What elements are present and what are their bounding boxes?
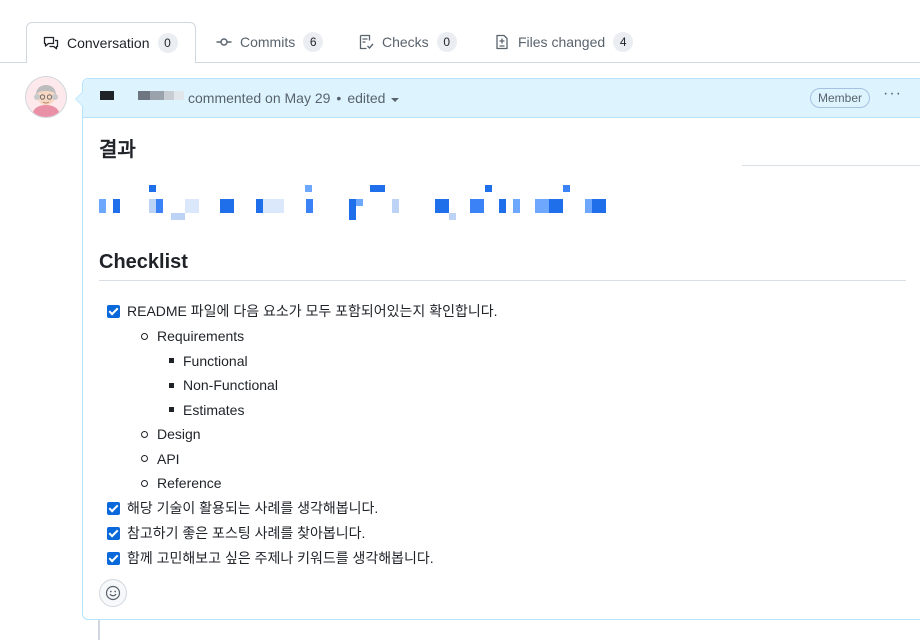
- list-item-label: Requirements: [157, 328, 245, 344]
- timeline-line: [98, 620, 100, 640]
- list-item-label: API: [157, 450, 180, 467]
- list-item-label: Reference: [157, 475, 222, 491]
- tab-label: Commits: [240, 34, 296, 50]
- comment-meta: commented on May 29 • edited: [188, 90, 400, 106]
- tab-commits[interactable]: Commits 6: [216, 22, 324, 62]
- divider: [99, 280, 906, 281]
- tab-count: 4: [613, 32, 634, 52]
- comment-header: commented on May 29 • edited Member ···: [83, 79, 920, 118]
- tab-count: 6: [303, 32, 324, 52]
- checklist-heading: Checklist: [99, 251, 188, 273]
- task-label: 함께 고민해보고 싶은 주제나 키워드를 생각해봅니다.: [127, 549, 434, 566]
- more-options-icon[interactable]: ···: [883, 85, 902, 103]
- avatar-illustration-icon: [26, 77, 66, 117]
- git-commit-icon: [216, 38, 232, 46]
- list-item-label: Functional: [183, 352, 248, 369]
- avatar[interactable]: [25, 76, 67, 118]
- square-bullet-icon: [169, 358, 174, 364]
- task-label: README 파일에 다음 요소가 모두 포함되어있는지 확인합니다.: [127, 303, 498, 319]
- circle-bullet-icon: [141, 430, 148, 438]
- pr-tabs: Conversation 0 Commits 6 Checks 0 Files …: [0, 22, 920, 63]
- result-heading: 결과: [99, 139, 136, 161]
- tab-label: Checks: [382, 34, 429, 50]
- tab-count: 0: [157, 32, 178, 53]
- task-item: 함께 고민해보고 싶은 주제나 키워드를 생각해봅니다.: [107, 546, 497, 571]
- chevron-down-icon[interactable]: [391, 97, 400, 102]
- task-checkbox[interactable]: [107, 526, 120, 540]
- task-checkbox[interactable]: [107, 305, 120, 318]
- tab-count: 0: [436, 32, 457, 52]
- task-item: 해당 기술이 활용되는 사례를 생각해봅니다.: [107, 496, 497, 521]
- task-label: 참고하기 좋은 포스팅 사례를 찾아봅니다.: [127, 524, 366, 541]
- task-checkbox[interactable]: [107, 501, 120, 515]
- task-label: 해당 기술이 활용되는 사례를 생각해봅니다.: [127, 499, 379, 516]
- nested-list: Functional Non-Functional Estimates: [135, 349, 497, 423]
- comment-card: commented on May 29 • edited Member ··· …: [75, 78, 920, 620]
- circle-bullet-icon: [141, 479, 148, 487]
- list-item: Design: [135, 422, 497, 447]
- add-reaction-button[interactable]: [99, 579, 127, 607]
- checklist-icon: [359, 34, 374, 50]
- nested-list: Requirements Functional Non-Functional E…: [107, 324, 497, 496]
- list-item: API: [135, 447, 497, 472]
- list-item-label: Estimates: [183, 401, 245, 418]
- tab-label: Files changed: [518, 34, 606, 50]
- author-name-redacted[interactable]: [100, 91, 190, 101]
- list-item-label: Design: [157, 426, 201, 442]
- list-item: Estimates: [163, 398, 497, 423]
- task-list: README 파일에 다음 요소가 모두 포함되어있는지 확인합니다. Requ…: [107, 299, 497, 571]
- comment-discussion-icon: [43, 36, 59, 49]
- smiley-icon: [105, 585, 121, 601]
- file-diff-icon: [496, 34, 508, 50]
- divider: [742, 165, 920, 166]
- square-bullet-icon: [169, 382, 174, 388]
- edited-label[interactable]: edited: [347, 90, 385, 106]
- task-checkbox[interactable]: [107, 551, 120, 565]
- list-item: Non-Functional: [163, 373, 497, 398]
- tab-files-changed[interactable]: Files changed 4: [494, 22, 634, 62]
- member-badge: Member: [810, 88, 871, 108]
- list-item: Functional: [163, 349, 497, 374]
- tab-checks[interactable]: Checks 0: [358, 22, 457, 62]
- circle-bullet-icon: [141, 455, 148, 463]
- square-bullet-icon: [169, 407, 174, 413]
- list-item: Requirements Functional Non-Functional E…: [135, 324, 497, 422]
- list-item-label: Non-Functional: [183, 377, 278, 393]
- task-item: README 파일에 다음 요소가 모두 포함되어있는지 확인합니다. Requ…: [107, 299, 497, 496]
- tab-conversation[interactable]: Conversation 0: [26, 22, 196, 63]
- comment-caret: [75, 91, 83, 107]
- tab-label: Conversation: [67, 34, 150, 51]
- task-item: 참고하기 좋은 포스팅 사례를 찾아봅니다.: [107, 521, 497, 546]
- list-item: Reference: [135, 471, 497, 496]
- comment-timestamp[interactable]: commented on May 29: [188, 90, 330, 106]
- circle-bullet-icon: [141, 332, 148, 340]
- redacted-text-line: [99, 185, 619, 221]
- meta-separator: •: [336, 90, 342, 106]
